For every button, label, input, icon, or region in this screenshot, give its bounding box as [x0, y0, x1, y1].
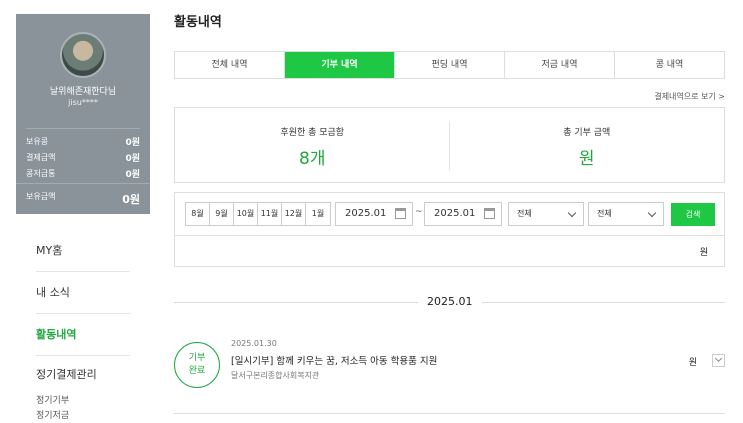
payment-history-link[interactable]: 결제내역으로 보기 >: [654, 91, 725, 102]
stat-value: 0원: [125, 169, 140, 180]
stat-value: 0원: [125, 137, 140, 148]
sidebar-item-my-home[interactable]: MY홈: [36, 230, 130, 272]
tab-all[interactable]: 전체 내역: [175, 52, 285, 78]
total-value: 0원: [122, 193, 140, 206]
search-button[interactable]: 검색: [671, 203, 715, 226]
status-select[interactable]: 전체: [588, 202, 664, 226]
month-selector: 8월 9월 10월 11월 12월 1월: [185, 202, 331, 226]
status-badge: 기부 완료: [174, 342, 220, 388]
summary-count-value: 8개: [299, 149, 326, 169]
stat-row: 보유콩 0원: [26, 133, 140, 149]
user-id: jisu****: [68, 98, 98, 107]
total-label: 보유금액: [26, 192, 56, 201]
sidebar: 날위해존재한다님 jisu**** 보유콩 0원 결제금액 0원 콩저금통 0원…: [16, 14, 150, 423]
avatar[interactable]: [60, 32, 106, 78]
item-organization: 달서구본리종합사회복지관: [231, 371, 320, 380]
summary-count: 후원한 총 모금함 8개: [175, 108, 450, 182]
tab-kong[interactable]: 콩 내역: [615, 52, 724, 78]
summary-count-label: 후원한 총 모금함: [280, 128, 345, 138]
month-button[interactable]: 8월: [186, 203, 210, 225]
filter-bar: 8월 9월 10월 11월 12월 1월 2025.01 ~ 2025.01 전…: [174, 192, 725, 236]
type-select-value: 전체: [517, 209, 532, 218]
month-button[interactable]: 1월: [306, 203, 330, 225]
stat-label: 콩저금통: [26, 168, 56, 178]
calendar-icon[interactable]: [395, 208, 406, 219]
badge-line: 완료: [188, 366, 206, 376]
list-item[interactable]: 기부 완료 2025.01.30 [일시기부] 함께 키우는 꿈, 저소득 아동…: [174, 330, 725, 414]
item-title[interactable]: [일시기부] 함께 키우는 꿈, 저소득 아동 학용품 지원: [231, 353, 437, 367]
result-total-bar: 원: [174, 235, 725, 267]
sidebar-menu: MY홈 내 소식 활동내역 정기결제관리 정기기부 정기저금: [16, 230, 150, 423]
date-to-field[interactable]: 2025.01: [424, 202, 502, 226]
chevron-down-icon: [567, 208, 577, 218]
stat-label: 결제금액: [26, 152, 56, 162]
calendar-icon[interactable]: [484, 208, 495, 219]
summary-amount: 총 기부 금액 원: [450, 108, 725, 182]
tab-saving[interactable]: 저금 내역: [505, 52, 615, 78]
sidebar-subitem-recurring-saving[interactable]: 정기저금: [36, 409, 130, 423]
sidebar-item-my-news[interactable]: 내 소식: [36, 272, 130, 314]
expand-toggle-icon[interactable]: [712, 354, 725, 367]
sidebar-item-recurring-payments[interactable]: 정기결제관리: [36, 356, 130, 394]
badge-line: 기부: [188, 353, 206, 363]
item-date: 2025.01.30: [231, 339, 277, 348]
chevron-down-icon: [647, 208, 657, 218]
summary-box: 후원한 총 모금함 8개 총 기부 금액 원: [174, 107, 725, 183]
summary-amount-label: 총 기부 금액: [563, 128, 611, 138]
date-from-field[interactable]: 2025.01: [335, 202, 413, 226]
month-button[interactable]: 10월: [234, 203, 258, 225]
year-group-label: 2025.01: [418, 295, 482, 308]
date-to-value: 2025.01: [434, 208, 476, 219]
result-total: 원: [699, 248, 708, 258]
stat-row: 콩저금통 0원: [26, 165, 140, 181]
stat-label: 보유콩: [26, 136, 49, 146]
month-button[interactable]: 11월: [258, 203, 282, 225]
tab-funding[interactable]: 펀딩 내역: [395, 52, 505, 78]
nickname: 날위해존재한다님: [49, 87, 117, 97]
stat-value: 0원: [125, 153, 140, 164]
type-select[interactable]: 전체: [508, 202, 584, 226]
total-balance: 보유금액 0원: [16, 183, 150, 207]
summary-amount-value: 원: [578, 149, 595, 169]
tab-bar: 전체 내역 기부 내역 펀딩 내역 저금 내역 콩 내역: [174, 51, 725, 79]
month-button[interactable]: 9월: [210, 203, 234, 225]
status-select-value: 전체: [597, 209, 612, 218]
stat-row: 결제금액 0원: [26, 149, 140, 165]
item-amount: 원: [688, 358, 697, 368]
month-button[interactable]: 12월: [282, 203, 306, 225]
sidebar-subitem-recurring-donation[interactable]: 정기기부: [36, 394, 130, 409]
stat-group: 보유콩 0원 결제금액 0원 콩저금통 0원: [26, 128, 140, 181]
tab-donation[interactable]: 기부 내역: [285, 52, 395, 78]
page-title: 활동내역: [174, 15, 222, 30]
sidebar-item-activity[interactable]: 활동내역: [36, 314, 130, 356]
profile-card: 날위해존재한다님 jisu**** 보유콩 0원 결제금액 0원 콩저금통 0원…: [16, 14, 150, 214]
date-from-value: 2025.01: [345, 208, 387, 219]
date-separator: ~: [415, 207, 423, 217]
